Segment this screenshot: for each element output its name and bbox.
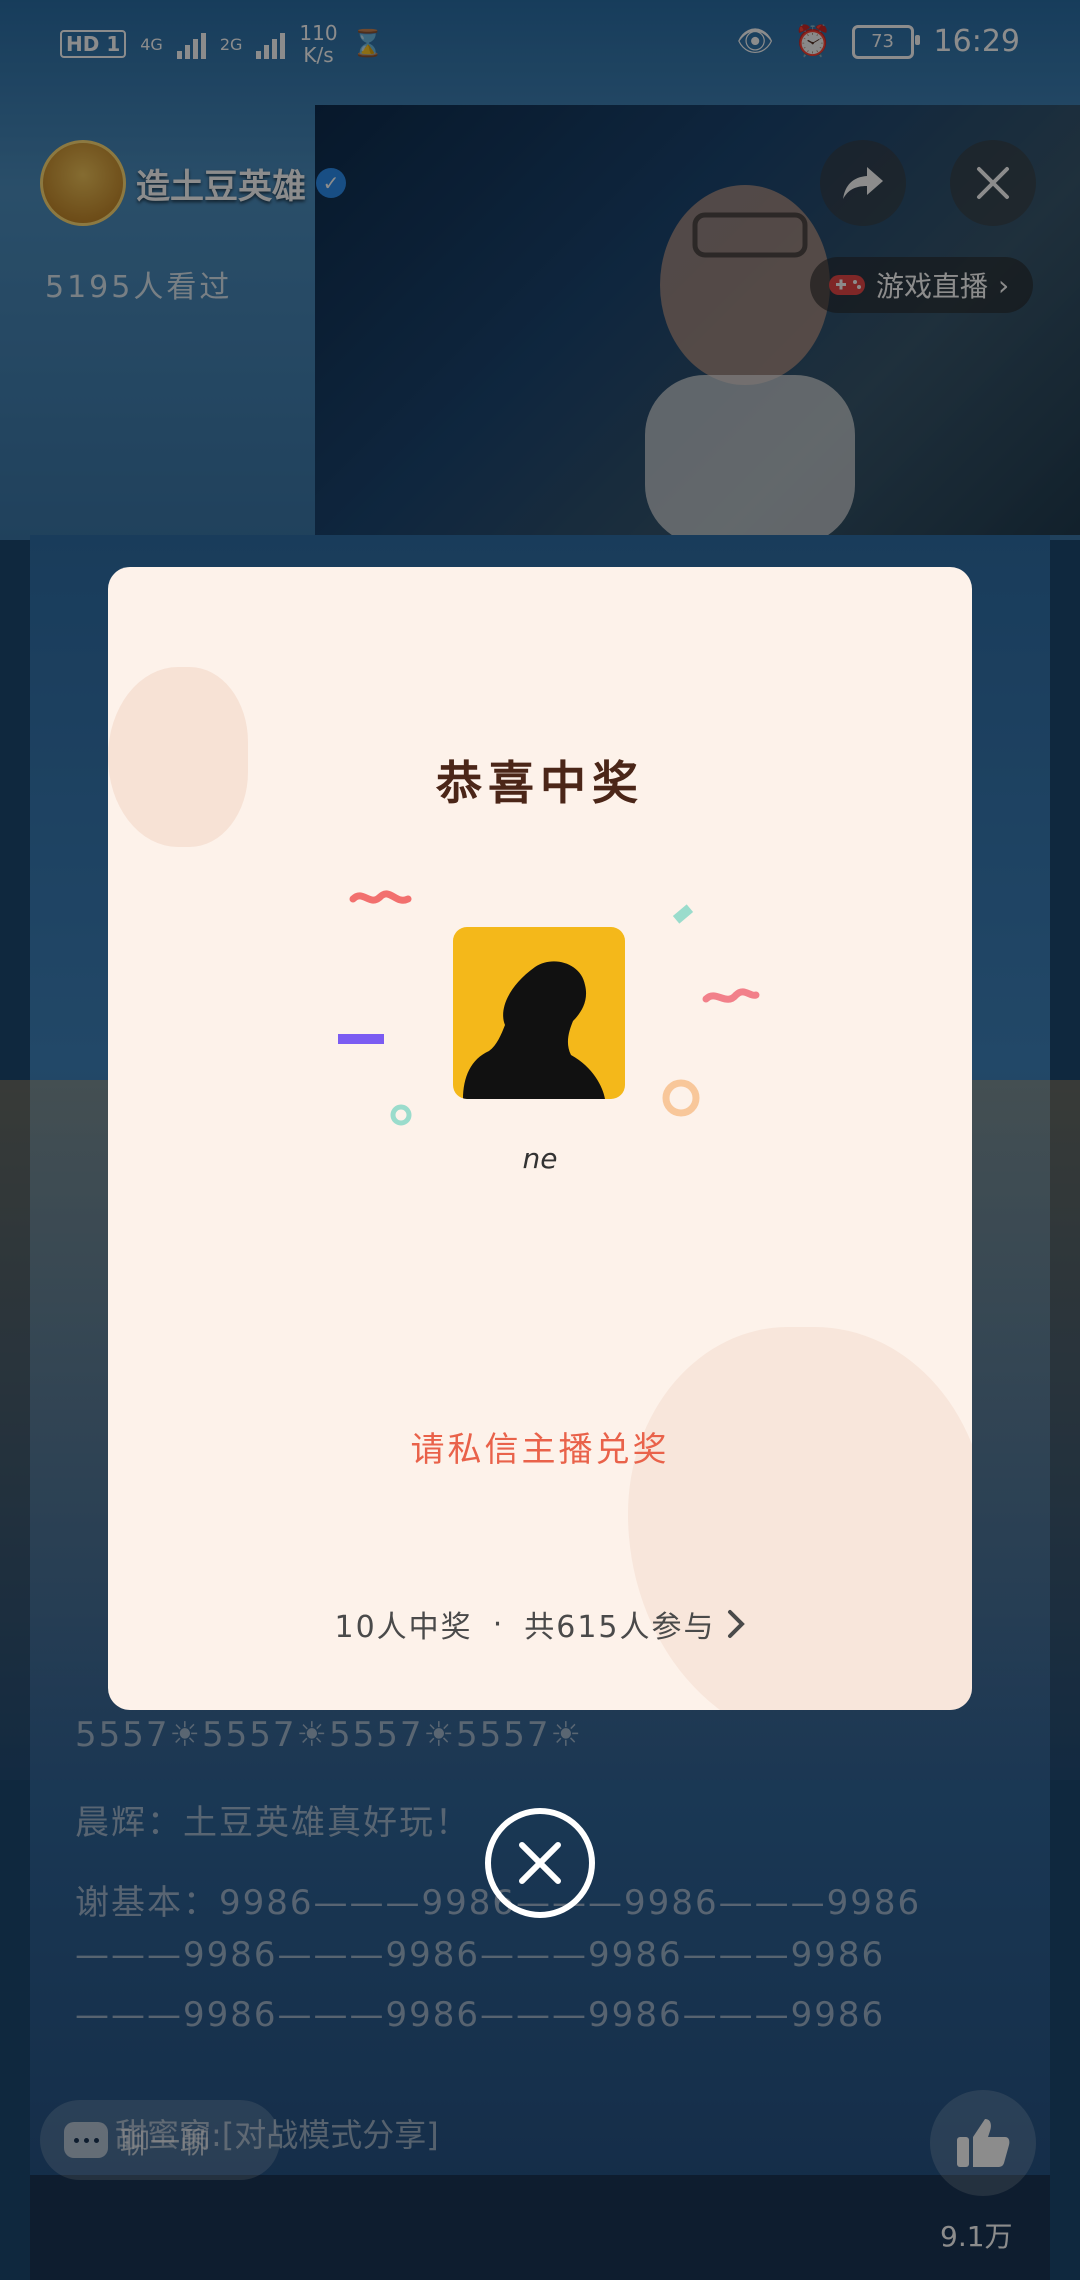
- contact-host-message: 请私信主播兑奖: [410, 1430, 670, 1470]
- prize-winner-dialog: 恭喜中奖 ne 请私信主播兑奖 10人中奖 · 共615人参与: [108, 567, 972, 1710]
- close-icon: [519, 1842, 561, 1884]
- decorative-shape: [628, 1327, 972, 1710]
- close-dialog-button[interactable]: [485, 1808, 595, 1918]
- winners-count: 10人中奖: [334, 1610, 473, 1645]
- participants-count: 共615人参与: [524, 1610, 716, 1645]
- winners-summary-link[interactable]: 10人中奖 · 共615人参与: [108, 1602, 972, 1646]
- winner-name: ne: [522, 1142, 558, 1175]
- separator: ·: [492, 1606, 505, 1642]
- profile-silhouette: [463, 961, 605, 1099]
- chevron-right-icon: [727, 1610, 745, 1638]
- winner-avatar[interactable]: [453, 927, 625, 1099]
